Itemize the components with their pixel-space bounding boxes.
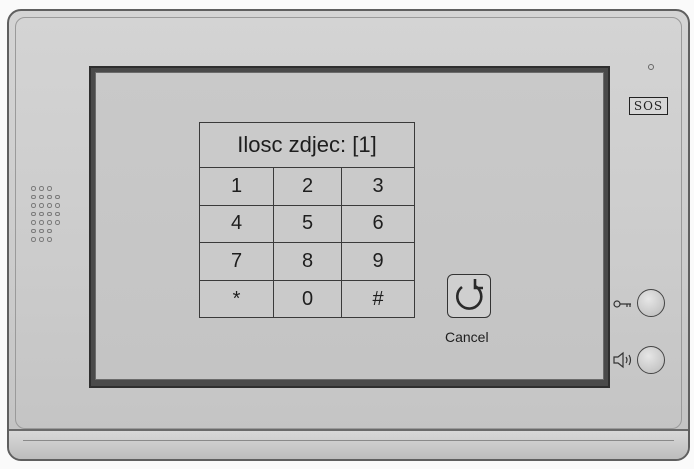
key-3[interactable]: 3 (342, 168, 414, 206)
cancel-label: Cancel (445, 329, 489, 345)
grille-hole (31, 220, 36, 225)
grille-hole (39, 194, 44, 199)
grille-hole (39, 186, 44, 191)
grille-hole (31, 228, 36, 233)
key-6[interactable]: 6 (342, 206, 414, 243)
grille-hole (31, 203, 36, 208)
keypad-title: Ilosc zdjec: [1] (200, 123, 414, 168)
grille-hole (39, 211, 44, 216)
key-2[interactable]: 2 (274, 168, 342, 206)
keypad: Ilosc zdjec: [1] 1 2 3 4 5 6 7 8 9 * 0 # (199, 122, 415, 318)
keypad-grid: 1 2 3 4 5 6 7 8 9 * 0 # (200, 168, 414, 318)
sos-button[interactable]: SOS (629, 97, 668, 115)
grille-hole (31, 237, 36, 242)
grille-hole (55, 220, 60, 225)
grille-hole (55, 203, 60, 208)
grille-hole (47, 203, 52, 208)
key-7[interactable]: 7 (200, 243, 274, 281)
grille-hole (47, 237, 52, 242)
key-8[interactable]: 8 (274, 243, 342, 281)
grille-hole (31, 186, 36, 191)
grille-hole (47, 228, 52, 233)
refresh-icon (447, 274, 491, 318)
grille-hole (47, 211, 52, 216)
grille-hole (47, 194, 52, 199)
key-0[interactable]: 0 (274, 280, 342, 318)
cancel-button[interactable]: Cancel (445, 274, 503, 354)
grille-hole (39, 220, 44, 225)
key-icon (613, 297, 633, 315)
status-led (648, 64, 654, 70)
key-4[interactable]: 4 (200, 205, 274, 243)
key-1[interactable]: 1 (200, 168, 274, 206)
speaker-grille (31, 186, 62, 245)
grille-hole (31, 211, 36, 216)
grille-hole (39, 228, 44, 233)
monitor-base-stand (9, 429, 688, 459)
grille-hole (47, 186, 52, 191)
intercom-monitor: Ilosc zdjec: [1] 1 2 3 4 5 6 7 8 9 * 0 #… (0, 0, 694, 469)
grille-hole (39, 203, 44, 208)
grille-hole (39, 237, 44, 242)
key-5[interactable]: 5 (274, 205, 342, 243)
grille-hole (55, 211, 60, 216)
talk-button[interactable] (637, 346, 665, 374)
key-hash[interactable]: # (342, 281, 414, 319)
grille-hole (31, 194, 36, 199)
key-star[interactable]: * (200, 280, 274, 318)
key-9[interactable]: 9 (342, 243, 414, 281)
speaker-icon (612, 351, 636, 374)
base-divider (23, 440, 674, 441)
unlock-button[interactable] (637, 289, 665, 317)
grille-hole (47, 220, 52, 225)
grille-hole (55, 194, 60, 199)
